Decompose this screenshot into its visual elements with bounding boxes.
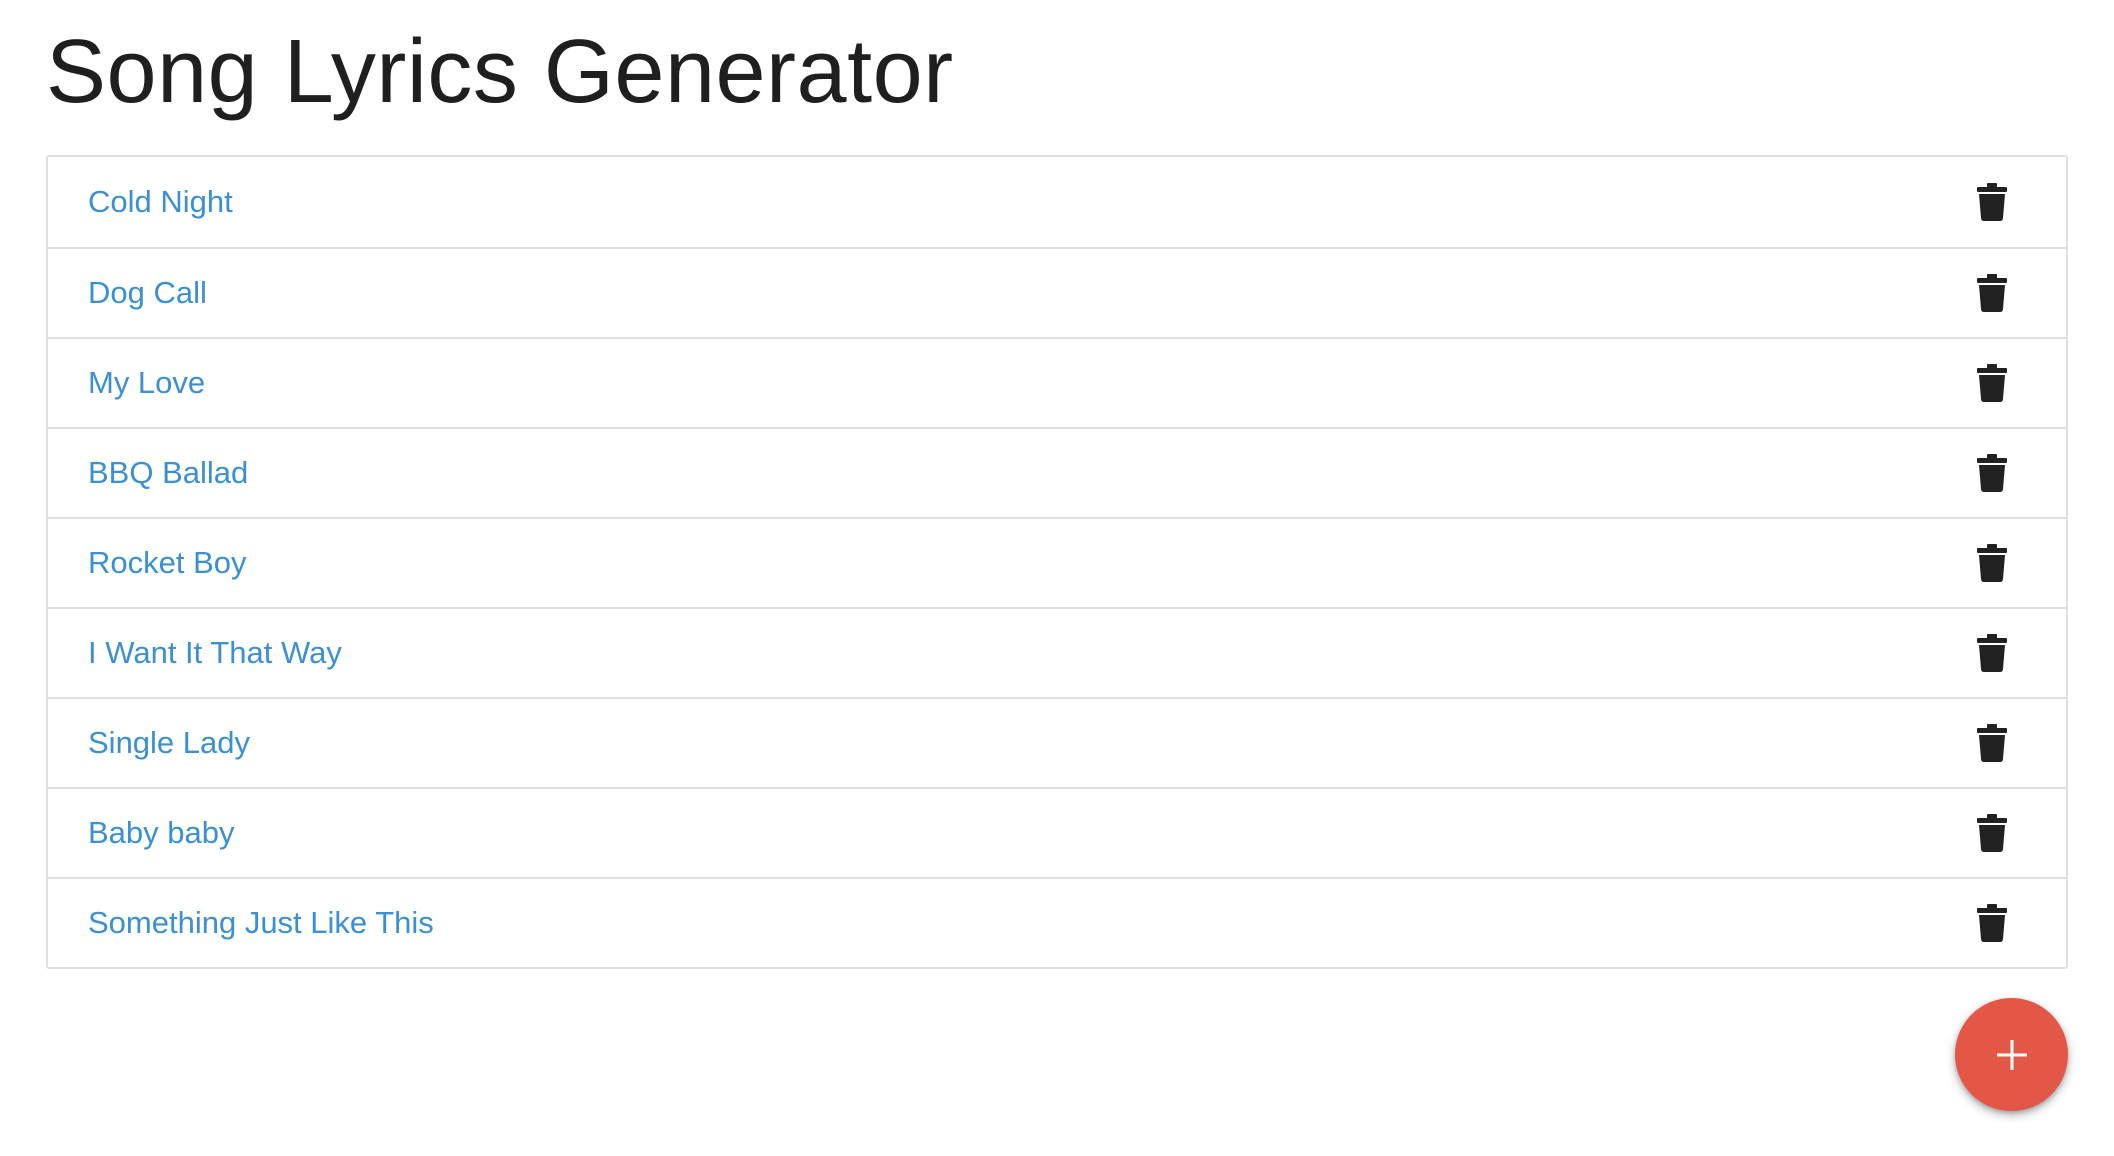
song-link[interactable]: Something Just Like This [88, 905, 434, 941]
delete-button[interactable] [1970, 267, 2014, 319]
list-item: Baby baby [48, 787, 2066, 877]
list-item: BBQ Ballad [48, 427, 2066, 517]
song-link[interactable]: I Want It That Way [88, 635, 342, 671]
song-link[interactable]: My Love [88, 365, 205, 401]
trash-icon [1977, 183, 2007, 221]
trash-icon [1977, 634, 2007, 672]
song-link[interactable]: Rocket Boy [88, 545, 247, 581]
delete-button[interactable] [1970, 447, 2014, 499]
list-item: I Want It That Way [48, 607, 2066, 697]
song-link[interactable]: BBQ Ballad [88, 455, 248, 491]
list-item: Dog Call [48, 247, 2066, 337]
song-link[interactable]: Single Lady [88, 725, 250, 761]
song-list: Cold Night Dog Call My Love BBQ Ballad R… [46, 155, 2068, 969]
delete-button[interactable] [1970, 176, 2014, 228]
list-item: Single Lady [48, 697, 2066, 787]
trash-icon [1977, 904, 2007, 942]
song-link[interactable]: Baby baby [88, 815, 235, 851]
song-link[interactable]: Dog Call [88, 275, 207, 311]
trash-icon [1977, 544, 2007, 582]
trash-icon [1977, 724, 2007, 762]
delete-button[interactable] [1970, 807, 2014, 859]
delete-button[interactable] [1970, 717, 2014, 769]
song-link[interactable]: Cold Night [88, 184, 233, 220]
list-item: My Love [48, 337, 2066, 427]
delete-button[interactable] [1970, 357, 2014, 409]
trash-icon [1977, 364, 2007, 402]
plus-icon [1996, 1039, 2027, 1070]
trash-icon [1977, 814, 2007, 852]
list-item: Rocket Boy [48, 517, 2066, 607]
list-item: Something Just Like This [48, 877, 2066, 967]
trash-icon [1977, 454, 2007, 492]
page: Song Lyrics Generator Cold Night Dog Cal… [46, 0, 2068, 969]
list-item: Cold Night [48, 157, 2066, 247]
delete-button[interactable] [1970, 627, 2014, 679]
delete-button[interactable] [1970, 897, 2014, 949]
trash-icon [1977, 274, 2007, 312]
add-song-button[interactable] [1955, 998, 2068, 1111]
page-title: Song Lyrics Generator [46, 22, 954, 122]
delete-button[interactable] [1970, 537, 2014, 589]
